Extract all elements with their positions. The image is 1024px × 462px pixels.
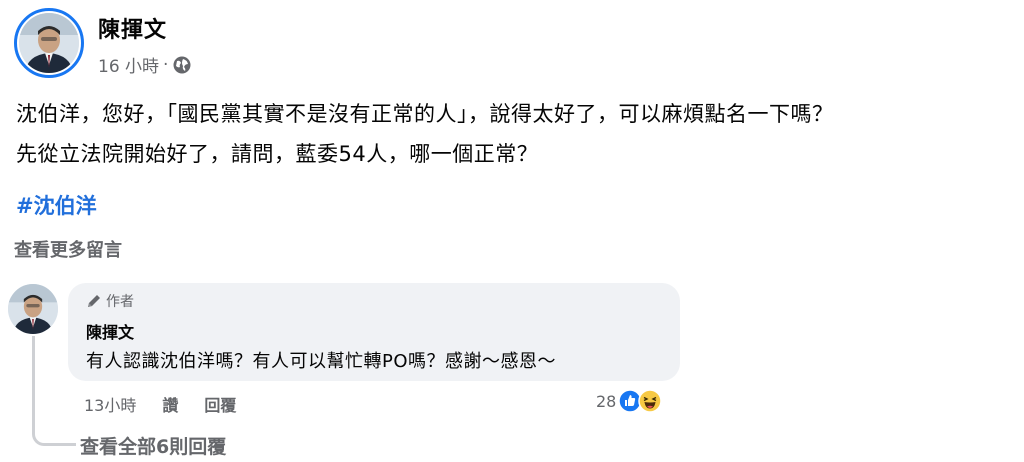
comment-reactions[interactable]: 28 xyxy=(596,389,663,413)
avatar-image xyxy=(19,13,79,73)
post-timestamp[interactable]: 16 小時 xyxy=(98,52,159,77)
comment-reply-button[interactable]: 回覆 xyxy=(204,392,236,416)
post-text-line-1: 沈伯洋，您好，「國民黨其實不是沒有正常的人」，說得太好了，可以麻煩點名一下嗎？ xyxy=(16,102,834,126)
globe-icon[interactable] xyxy=(172,55,192,75)
post-meta: 16 小時 · xyxy=(98,52,192,77)
comment-bubble: 作者 陳揮文 有人認識沈伯洋嗎？有人可以幫忙轉PO嗎？感謝～感恩～ xyxy=(68,283,680,381)
post-author-name[interactable]: 陳揮文 xyxy=(98,12,192,44)
pencil-icon xyxy=(86,293,102,309)
comment-timestamp[interactable]: 13小時 xyxy=(84,392,136,416)
view-all-replies-link[interactable]: 查看全部6則回覆 xyxy=(80,432,226,459)
view-more-comments-link[interactable]: 查看更多留言 xyxy=(14,236,122,262)
comment-text: 有人認識沈伯洋嗎？有人可以幫忙轉PO嗎？感謝～感恩～ xyxy=(86,351,557,372)
author-avatar[interactable] xyxy=(14,8,84,78)
meta-separator: · xyxy=(163,54,169,75)
comment-like-button[interactable]: 讚 xyxy=(162,392,178,416)
avatar-image xyxy=(8,284,58,334)
comment-author-name[interactable]: 陳揮文 xyxy=(86,319,662,343)
post-body: 沈伯洋，您好，「國民黨其實不是沒有正常的人」，說得太好了，可以麻煩點名一下嗎？ … xyxy=(16,94,834,174)
author-badge: 作者 xyxy=(86,291,662,311)
comment-author-avatar[interactable] xyxy=(8,284,58,334)
author-badge-label: 作者 xyxy=(106,294,134,310)
post-header: 陳揮文 16 小時 · xyxy=(14,8,192,78)
hashtag-link[interactable]: #沈伯洋 xyxy=(16,190,97,220)
haha-reaction-icon xyxy=(638,389,663,413)
reaction-count: 28 xyxy=(596,391,617,411)
comment-actions: 13小時 讚 回覆 xyxy=(84,392,236,416)
post-text-line-2: 先從立法院開始好了，請問，藍委54人，哪一個正常？ xyxy=(16,142,539,166)
